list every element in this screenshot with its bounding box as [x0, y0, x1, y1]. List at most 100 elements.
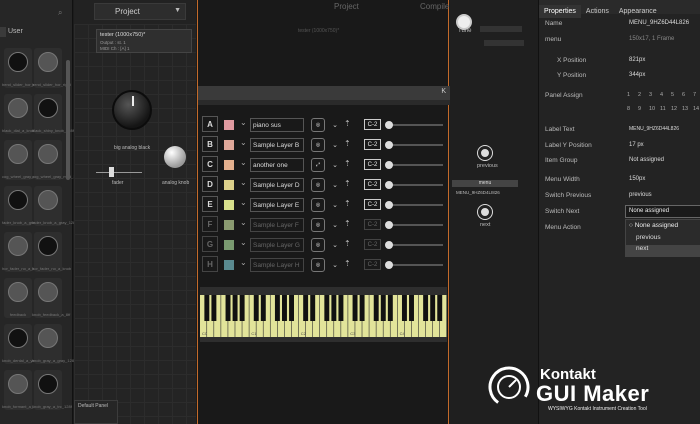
layer-color-swatch[interactable] — [224, 120, 234, 130]
switch-previous-value[interactable]: previous — [629, 192, 652, 198]
x-position-value[interactable]: 821px — [629, 57, 645, 63]
black-key[interactable] — [423, 295, 429, 321]
layer-letter[interactable]: A — [202, 116, 218, 132]
chevron-down-icon[interactable]: ⌄ — [240, 138, 247, 147]
y-position-value[interactable]: 344px — [629, 72, 645, 78]
layer-name[interactable]: Sample Layer B — [250, 138, 304, 152]
upload-icon[interactable]: ⇡ — [344, 239, 351, 248]
layer-letter[interactable]: D — [202, 176, 218, 192]
item-group-value[interactable]: Not assigned — [629, 157, 664, 163]
tab-actions[interactable]: Actions — [581, 5, 614, 18]
layer-name[interactable]: Sample Layer F — [250, 218, 304, 232]
panel-number[interactable]: 7 — [693, 92, 696, 98]
previous-button[interactable] — [478, 146, 492, 160]
layer-name[interactable]: Sample Layer H — [250, 258, 304, 272]
tune-slider[interactable] — [480, 26, 522, 32]
name-value[interactable]: MENU_9HZ6D44L826 — [629, 20, 689, 26]
upload-icon[interactable]: ⇡ — [344, 179, 351, 188]
switch-next-dropdown[interactable]: ○ None assigned previous next — [625, 219, 700, 257]
black-key[interactable] — [253, 295, 259, 321]
black-key[interactable] — [324, 295, 330, 321]
mode-icon[interactable]: ◎ — [311, 118, 325, 132]
layer-name[interactable]: Sample Layer G — [250, 238, 304, 252]
black-key[interactable] — [331, 295, 337, 321]
chevron-down-icon[interactable]: ⌄ — [240, 178, 247, 187]
layer-name[interactable]: piano sus — [250, 118, 304, 132]
layer-letter[interactable]: G — [202, 236, 218, 252]
layer-letter[interactable]: E — [202, 196, 218, 212]
layer-color-swatch[interactable] — [224, 180, 234, 190]
panel-number[interactable]: 12 — [671, 106, 677, 112]
layer-name[interactable]: Sample Layer D — [250, 178, 304, 192]
scrollbar[interactable] — [66, 60, 70, 180]
library-tile[interactable]: fader_knob_a_gray_128f — [2, 186, 46, 226]
library-tile[interactable]: black_shiny_knob_128f — [32, 94, 74, 134]
panel-number[interactable]: 2 — [638, 92, 641, 98]
fader-handle[interactable] — [109, 167, 114, 177]
search-icon[interactable]: ⌕ — [58, 8, 62, 18]
mode-icon[interactable]: ◎ — [311, 238, 325, 252]
panel-number[interactable]: 6 — [682, 92, 685, 98]
layer-color-swatch[interactable] — [224, 140, 234, 150]
layer-letter[interactable]: C — [202, 156, 218, 172]
slider-knob[interactable] — [385, 161, 393, 169]
layer-letter[interactable]: B — [202, 136, 218, 152]
layer-letter[interactable]: F — [202, 216, 218, 232]
big-analog-knob[interactable] — [112, 90, 152, 130]
label-text-value[interactable]: MENU_9HZ6D44L826 — [629, 126, 679, 132]
menu-widget[interactable]: menu — [452, 180, 518, 187]
chevron-down-icon[interactable]: ⌄ — [328, 158, 342, 172]
chevron-down-icon[interactable]: ⌄ — [240, 158, 247, 167]
chevron-down-icon[interactable]: ⌄ — [328, 238, 342, 252]
layer-color-swatch[interactable] — [224, 260, 234, 270]
black-key[interactable] — [225, 295, 231, 321]
library-tile[interactable]: cog_wheel_gray_mod_128f — [2, 140, 51, 180]
volume-slider[interactable] — [385, 261, 443, 269]
root-note[interactable]: C-2 — [364, 119, 381, 130]
black-key[interactable] — [409, 295, 414, 321]
black-key[interactable] — [274, 295, 280, 321]
panel-number[interactable]: 13 — [682, 106, 688, 112]
upload-icon[interactable]: ⇡ — [344, 259, 351, 268]
chevron-down-icon[interactable]: ⌄ — [328, 118, 342, 132]
layer-row[interactable]: D ⌄ Sample Layer D ◎ ⌄ ⇡ C-2 — [198, 176, 450, 194]
chevron-down-icon[interactable]: ⌄ — [328, 258, 342, 272]
black-key[interactable] — [310, 295, 316, 321]
chevron-down-icon[interactable]: ⌄ — [328, 138, 342, 152]
layer-row[interactable]: B ⌄ Sample Layer B ◎ ⌄ ⇡ C-2 — [198, 136, 450, 154]
panel-number[interactable]: 4 — [660, 92, 663, 98]
black-key[interactable] — [260, 295, 266, 321]
volume-slider[interactable] — [385, 141, 443, 149]
library-tile[interactable]: hor_fader_no_a_knob — [32, 232, 71, 272]
black-key[interactable] — [204, 295, 210, 321]
panel-number[interactable]: 9 — [638, 106, 641, 112]
tab-properties[interactable]: Properties — [539, 5, 581, 18]
layer-row[interactable]: C ⌄ another one ⤢ ⌄ ⇡ C-2 — [198, 156, 450, 174]
layer-row[interactable]: H ⌄ Sample Layer H ◎ ⌄ ⇡ C-2 — [198, 256, 450, 274]
library-tile[interactable]: bend_slider_hor_right — [2, 48, 41, 88]
upload-icon[interactable]: ⇡ — [344, 199, 351, 208]
option-next[interactable]: next — [626, 245, 700, 256]
black-key[interactable] — [387, 295, 393, 321]
layer-color-swatch[interactable] — [224, 240, 234, 250]
slider-knob[interactable] — [385, 141, 393, 149]
mode-icon[interactable]: ◎ — [311, 198, 325, 212]
panel-number[interactable]: 10 — [649, 106, 655, 112]
panel-number[interactable]: 14 — [693, 106, 699, 112]
root-note[interactable]: C-2 — [364, 139, 381, 150]
library-tile[interactable]: knob_feedback_a_8tf — [32, 278, 70, 318]
instrument-header[interactable]: tester (1000x750)* Output : st. 1 MIDI C… — [96, 29, 192, 53]
mode-icon[interactable]: ◎ — [311, 218, 325, 232]
black-key[interactable] — [338, 295, 344, 321]
slider-knob[interactable] — [385, 121, 393, 129]
library-tile[interactable]: knob_gray_a_gray_128f — [32, 324, 75, 364]
library-tile[interactable]: knob_gray_a_trc_128f — [32, 370, 72, 410]
slider-knob[interactable] — [385, 261, 393, 269]
mode-icon[interactable]: ◎ — [311, 258, 325, 272]
layer-row[interactable]: E ⌄ Sample Layer E ◎ ⌄ ⇡ C-2 — [198, 196, 450, 214]
user-tab[interactable]: User — [8, 28, 23, 35]
analog-knob[interactable] — [164, 146, 186, 168]
layer-name[interactable]: another one — [250, 158, 304, 172]
layer-color-swatch[interactable] — [224, 220, 234, 230]
black-key[interactable] — [211, 295, 217, 321]
